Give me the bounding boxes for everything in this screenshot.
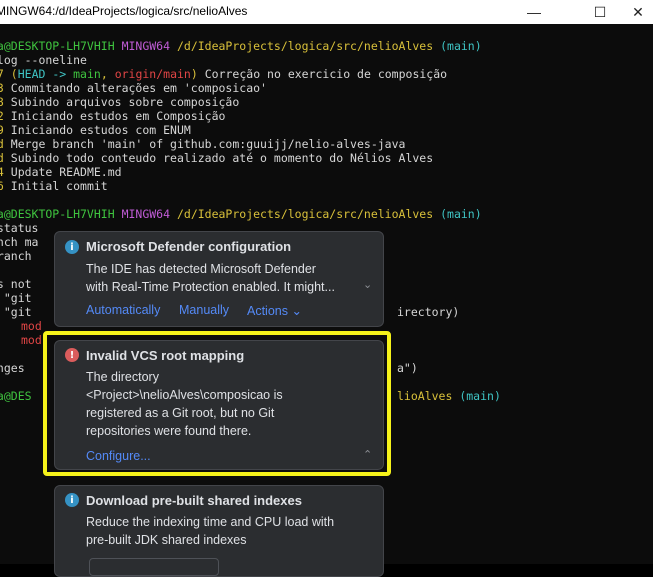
notification-title: Invalid VCS root mapping <box>86 348 245 363</box>
command-line: log --oneline <box>0 53 87 67</box>
automatically-link[interactable]: Automatically <box>86 303 160 317</box>
notification-body: The directory <Project>\nelioAlves\compo… <box>86 370 283 438</box>
configure-link[interactable]: Configure... <box>86 449 151 463</box>
vcs-notification: ! Invalid VCS root mapping The directory… <box>54 340 384 470</box>
status-line: anch ma <box>0 235 39 249</box>
chevron-up-icon[interactable]: ⌃ <box>363 448 372 461</box>
modified-line: mod <box>21 333 42 347</box>
prompt-line: ra@DESKTOP-LH7VHIH MINGW64 /d/IdeaProjec… <box>0 39 482 53</box>
log-line: 78 Subindo arquivos sobre composição <box>0 95 240 109</box>
notification-title: Download pre-built shared indexes <box>86 493 302 508</box>
chevron-down-icon[interactable]: ⌄ <box>363 278 372 291</box>
notification-title: Microsoft Defender configuration <box>86 239 292 254</box>
prompt-line-tail: lioAlves (main) <box>397 389 501 403</box>
status-line: branch <box>0 249 32 263</box>
log-line: 67 (HEAD -> main, origin/main) Correção … <box>0 67 448 81</box>
prompt-line: ra@DES <box>0 389 32 403</box>
chevron-down-icon: ⌄ <box>291 304 302 318</box>
prompt-line: ra@DESKTOP-LH7VHIH MINGW64 /d/IdeaProjec… <box>0 207 482 221</box>
indexes-notification: i Download pre-built shared indexes Redu… <box>54 485 384 577</box>
log-line: 09 Iniciando estudos com ENUM <box>0 123 191 137</box>
log-line: 7d Subindo todo conteudo realizado até o… <box>0 151 434 165</box>
log-line: c3 Commitando alterações em 'composicao' <box>0 81 267 95</box>
manually-link[interactable]: Manually <box>179 303 229 317</box>
defender-notification: i Microsoft Defender configuration The I… <box>54 231 384 327</box>
modified-line: mod <box>21 319 42 333</box>
log-line: 46 Initial commit <box>0 179 108 193</box>
status-line: e "git <box>3 291 32 305</box>
download-button[interactable] <box>89 558 219 576</box>
info-icon: i <box>65 493 79 507</box>
notification-body: The IDE has detected Microsoft Defender … <box>86 262 335 294</box>
close-icon[interactable]: ✕ <box>615 0 653 24</box>
changes-line: anges <box>0 361 25 375</box>
actions-dropdown[interactable]: Actions ⌄ <box>247 303 302 318</box>
log-line: f2 Iniciando estudos em Composição <box>0 109 226 123</box>
error-icon: ! <box>65 348 79 362</box>
status-line-tail: irectory) <box>397 305 460 319</box>
window-title-bar: MINGW64:/d/IdeaProjects/logica/src/nelio… <box>0 0 653 24</box>
window-title: MINGW64:/d/IdeaProjects/logica/src/nelio… <box>0 4 248 18</box>
status-line: status <box>0 221 39 235</box>
log-line: 5d Merge branch 'main' of github.com:guu… <box>0 137 406 151</box>
log-line: 14 Update README.md <box>0 165 122 179</box>
minimize-icon[interactable]: — <box>511 0 557 24</box>
notification-body: Reduce the indexing time and CPU load wi… <box>86 515 335 547</box>
status-line: e "git <box>3 305 32 319</box>
status-line: es not <box>0 277 32 291</box>
info-icon: i <box>65 240 79 254</box>
changes-line-tail: a") <box>397 361 418 375</box>
